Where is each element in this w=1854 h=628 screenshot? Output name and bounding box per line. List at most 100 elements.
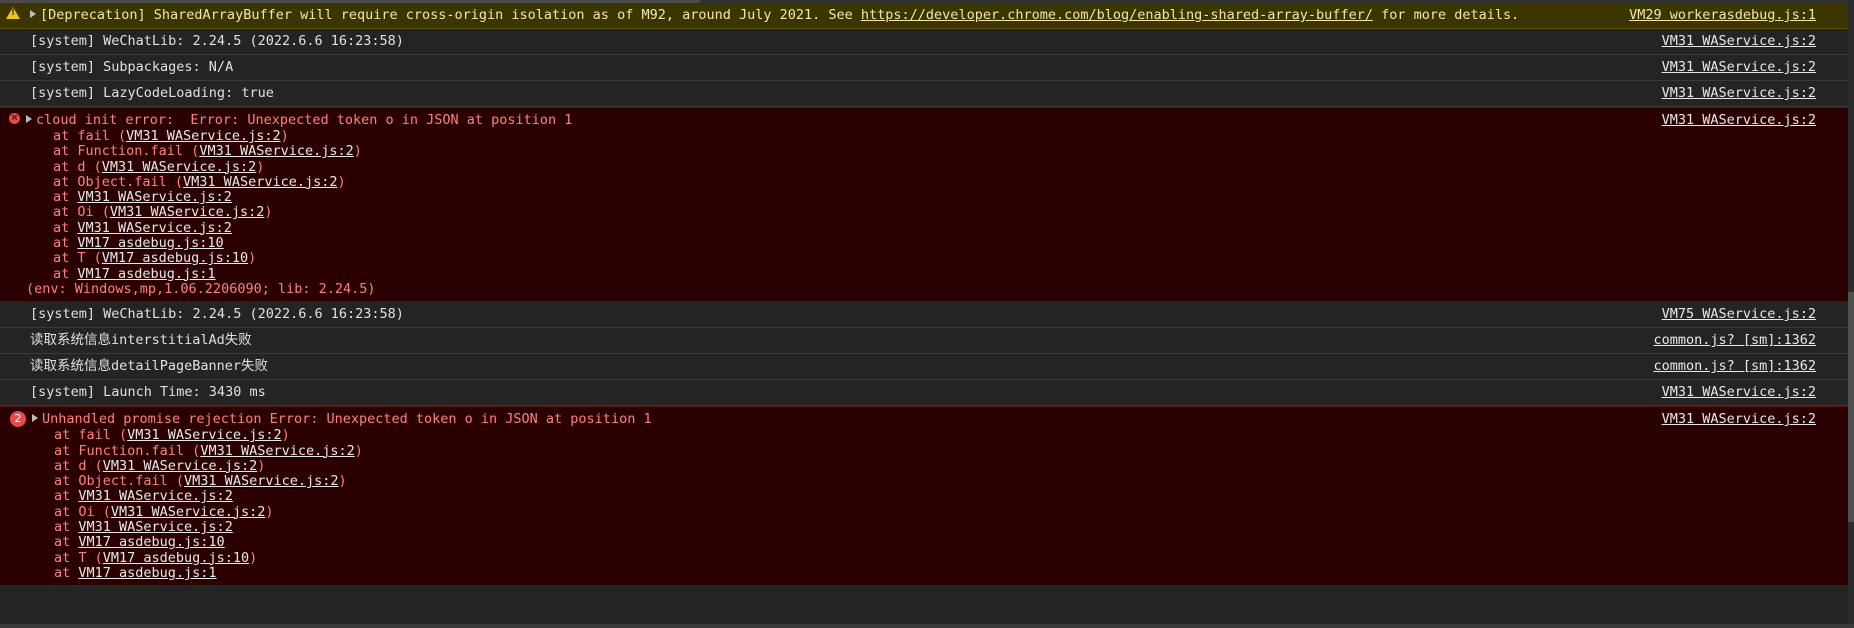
stack-frame: at fail (VM31 WAService.js:2) xyxy=(34,428,1854,443)
frame-source-link[interactable]: VM17 asdebug.js:10 xyxy=(103,550,249,566)
frame-source-link[interactable]: VM31 WAService.js:2 xyxy=(111,504,265,520)
gutter: × xyxy=(0,108,30,133)
frame-source-link[interactable]: VM31 WAService.js:2 xyxy=(127,427,281,443)
log-source-link[interactable]: common.js? [sm]:1362 xyxy=(1653,332,1816,349)
stack-frame: at fail (VM31 WAService.js:2) xyxy=(30,128,1854,144)
frame-suffix: ) xyxy=(280,128,289,144)
frame-source-link[interactable]: VM17 asdebug.js:1 xyxy=(78,565,216,581)
frame-suffix: ) xyxy=(338,473,347,490)
stack-frame: at Function.fail (VM31 WAService.js:2) xyxy=(30,144,1854,159)
error-stack: at fail (VM31 WAService.js:2) at Function… xyxy=(34,428,1854,581)
error-source-link[interactable]: VM31 WAService.js:2 xyxy=(1662,411,1816,428)
error-head: cloud init error: Error: Unexpected toke… xyxy=(36,112,573,128)
warning-text-before: [Deprecation] SharedArrayBuffer will req… xyxy=(40,7,861,23)
gutter xyxy=(0,29,30,54)
frame-source-link[interactable]: VM31 WAService.js:2 xyxy=(102,159,256,175)
frame-source-link[interactable]: VM31 WAService.js:2 xyxy=(77,220,231,236)
log-source-link[interactable]: VM31 WAService.js:2 xyxy=(1662,85,1816,102)
frame-suffix: ) xyxy=(337,173,346,190)
frame-source-link[interactable]: VM17 asdebug.js:10 xyxy=(77,235,223,251)
frame-prefix: at xyxy=(53,219,78,236)
frame-source-link[interactable]: VM31 WAService.js:2 xyxy=(184,473,338,489)
stack-frame: at T (VM17 asdebug.js:10) xyxy=(30,251,1854,266)
frame-source-link[interactable]: VM17 asdebug.js:1 xyxy=(77,266,215,282)
stack-frame: at VM17 asdebug.js:10 xyxy=(30,235,1854,251)
frame-prefix: at Function.fail ( xyxy=(54,442,201,459)
console-log-row[interactable]: [system] Subpackages: N/A VM31 WAService.… xyxy=(0,55,1854,81)
log-source-link[interactable]: VM31 WAService.js:2 xyxy=(1662,33,1816,50)
frame-suffix: ) xyxy=(281,427,290,444)
frame-prefix: at d ( xyxy=(53,158,102,175)
console-log-row[interactable]: [system] Launch Time: 3430 ms VM31 WAServ… xyxy=(0,380,1854,407)
frame-suffix: ) xyxy=(353,143,362,160)
console-warning-row[interactable]: [Deprecation] SharedArrayBuffer will req… xyxy=(0,3,1854,29)
warning-text-after: for more details. xyxy=(1372,7,1520,23)
frame-prefix: at T ( xyxy=(53,250,102,267)
stack-frame: at Object.fail (VM31 WAService.js:2) xyxy=(30,173,1854,190)
console-error-row-grouped[interactable]: 2 Unhandled promise rejection Error: Une… xyxy=(0,406,1854,586)
console-log-row[interactable]: [system] WeChatLib: 2.24.5 (2022.6.6 16:… xyxy=(0,29,1854,55)
frame-prefix: at xyxy=(54,488,79,505)
frame-source-link[interactable]: VM31 WAService.js:2 xyxy=(77,189,231,205)
frame-source-link[interactable]: VM31 WAService.js:2 xyxy=(110,204,264,220)
stack-frame: at Oi (VM31 WAService.js:2) xyxy=(34,503,1854,520)
log-source-link[interactable]: VM31 WAService.js:2 xyxy=(1662,59,1816,76)
stack-frame: at VM17 asdebug.js:1 xyxy=(34,565,1854,581)
devtools-console: [Deprecation] SharedArrayBuffer will req… xyxy=(0,0,1854,628)
frame-suffix: ) xyxy=(256,158,265,175)
stack-frame: at T (VM17 asdebug.js:10) xyxy=(34,549,1854,566)
stack-frame: at VM31 WAService.js:2 xyxy=(34,489,1854,504)
frame-prefix: at xyxy=(53,265,78,282)
frame-source-link[interactable]: VM31 WAService.js:2 xyxy=(200,443,354,459)
frame-source-link[interactable]: VM31 WAService.js:2 xyxy=(183,174,337,190)
stack-frame: at d (VM31 WAService.js:2) xyxy=(30,158,1854,175)
bottom-scrollbar[interactable] xyxy=(0,624,1854,628)
gutter xyxy=(0,380,30,405)
console-log-row[interactable]: [system] LazyCodeLoading: true VM31 WASer… xyxy=(0,81,1854,107)
stack-frame: at VM17 asdebug.js:10 xyxy=(34,535,1854,550)
console-log-row[interactable]: 读取系统信息interstitialAd失败 common.js? [sm]:13… xyxy=(0,328,1854,355)
warning-source-link[interactable]: VM29 workerasdebug.js:1 xyxy=(1629,7,1816,24)
gutter xyxy=(0,3,30,28)
log-message: 读取系统信息detailPageBanner失败 xyxy=(30,358,269,375)
frame-prefix: at T ( xyxy=(54,549,103,566)
frame-suffix: ) xyxy=(354,442,363,459)
vertical-scrollbar[interactable] xyxy=(1848,0,1854,628)
frame-prefix: at d ( xyxy=(54,457,103,474)
error-env: (env: Windows,mp,1.06.2206090; lib: 2.24… xyxy=(26,280,376,297)
error-head: Unhandled promise rejection Error: Unexp… xyxy=(42,411,652,428)
warning-link[interactable]: https://developer.chrome.com/blog/enabli… xyxy=(861,7,1373,23)
log-source-link[interactable]: VM75 WAService.js:2 xyxy=(1662,306,1816,323)
frame-suffix: ) xyxy=(248,250,257,267)
frame-source-link[interactable]: VM31 WAService.js:2 xyxy=(103,458,257,474)
repeat-count-badge: 2 xyxy=(10,411,26,428)
frame-source-link[interactable]: VM31 WAService.js:2 xyxy=(126,128,280,144)
vertical-scrollbar-thumb[interactable] xyxy=(1848,292,1854,522)
frame-source-link[interactable]: VM17 asdebug.js:10 xyxy=(78,534,224,550)
stack-frame: at Oi (VM31 WAService.js:2) xyxy=(30,205,1854,220)
gutter xyxy=(0,81,30,106)
frame-prefix: at fail ( xyxy=(53,128,127,144)
console-error-row[interactable]: × cloud init error: Error: Unexpected to… xyxy=(0,107,1854,303)
stack-frame: at VM31 WAService.js:2 xyxy=(34,519,1854,535)
stack-frame: at VM17 asdebug.js:1 xyxy=(30,265,1854,282)
error-source-link[interactable]: VM31 WAService.js:2 xyxy=(1662,112,1816,129)
gutter xyxy=(0,55,30,80)
log-source-link[interactable]: VM31 WAService.js:2 xyxy=(1662,384,1816,401)
frame-suffix: ) xyxy=(265,503,274,520)
console-log-row[interactable]: 读取系统信息detailPageBanner失败 common.js? [sm]:… xyxy=(0,354,1854,381)
frame-source-link[interactable]: VM31 WAService.js:2 xyxy=(78,488,232,504)
frame-source-link[interactable]: VM31 WAService.js:2 xyxy=(199,143,353,159)
frame-prefix: at Oi ( xyxy=(54,503,111,520)
log-message: [system] WeChatLib: 2.24.5 (2022.6.6 16:… xyxy=(30,306,404,323)
frame-prefix: at Object.fail ( xyxy=(53,173,184,190)
frame-source-link[interactable]: VM31 WAService.js:2 xyxy=(78,519,232,535)
frame-prefix: at Oi ( xyxy=(53,204,110,221)
frame-source-link[interactable]: VM17 asdebug.js:10 xyxy=(102,250,248,266)
console-log-row[interactable]: [system] WeChatLib: 2.24.5 (2022.6.6 16:… xyxy=(0,302,1854,329)
stack-frame: at VM31 WAService.js:2 xyxy=(30,219,1854,236)
log-source-link[interactable]: common.js? [sm]:1362 xyxy=(1653,358,1816,375)
log-message: [system] LazyCodeLoading: true xyxy=(30,85,274,101)
log-message: [system] WeChatLib: 2.24.5 (2022.6.6 16:… xyxy=(30,33,404,49)
expand-caret-icon[interactable] xyxy=(30,10,36,18)
